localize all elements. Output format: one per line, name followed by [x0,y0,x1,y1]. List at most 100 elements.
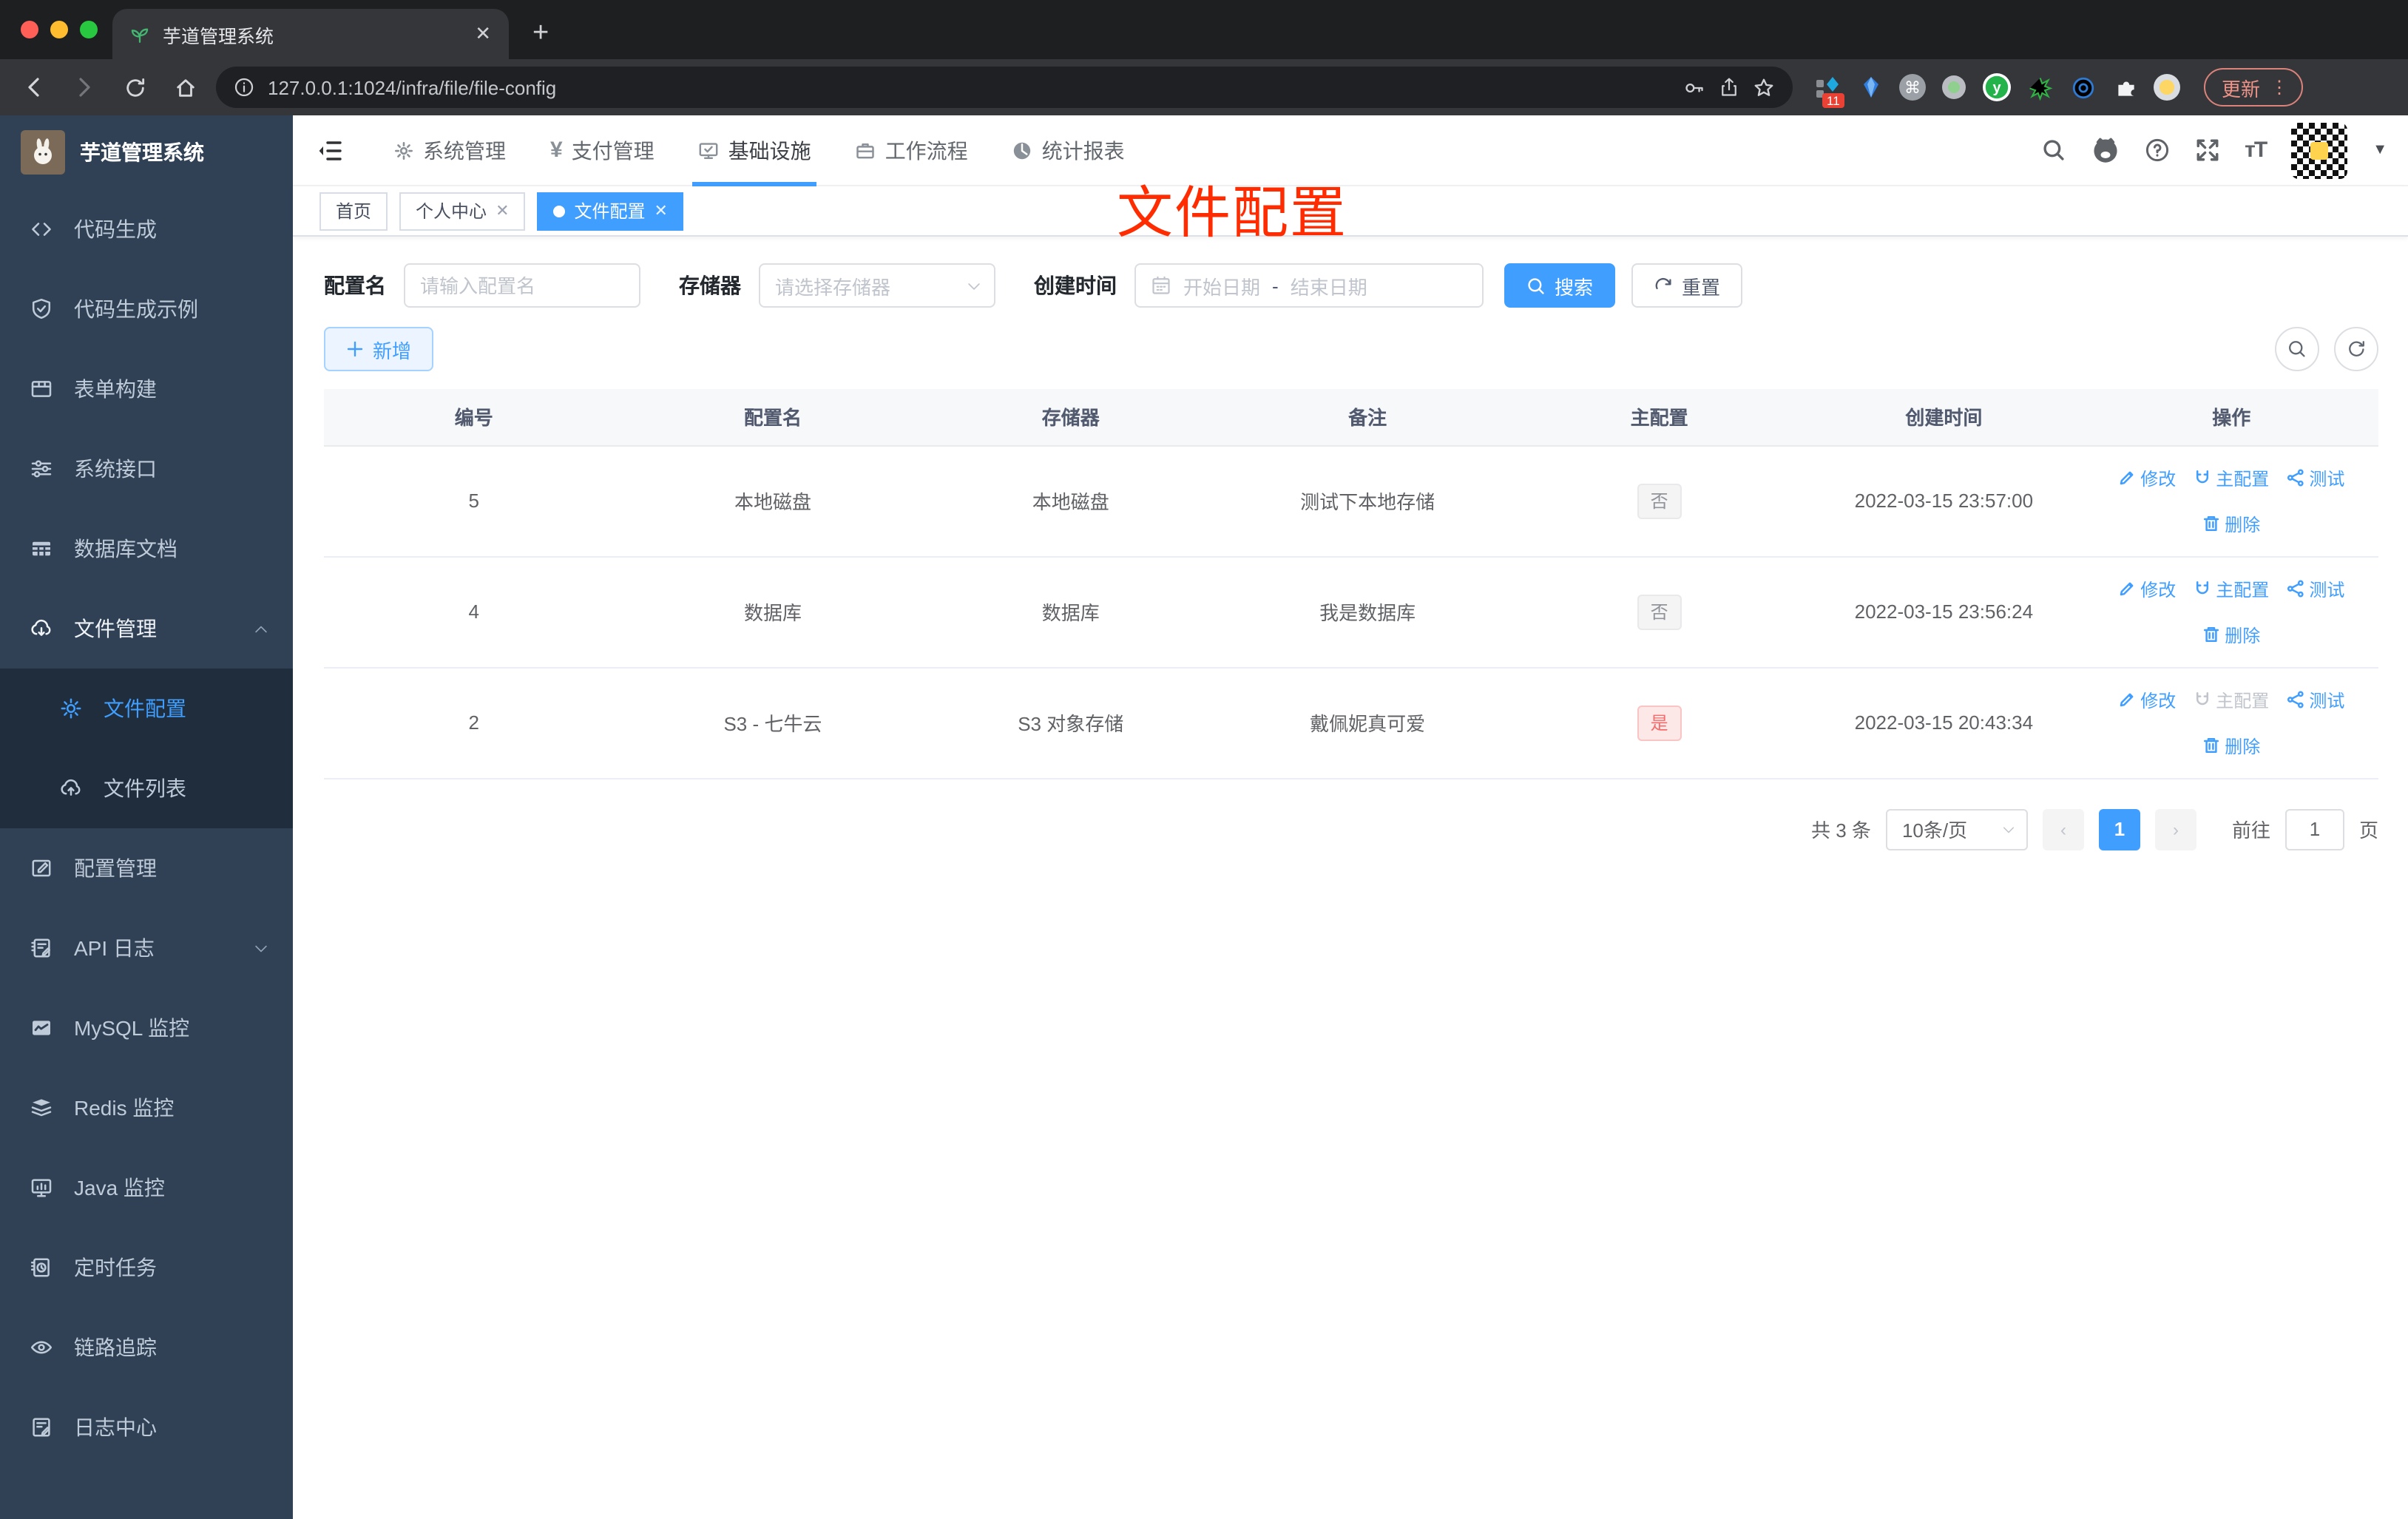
page-content: 配置名 存储器 请选择存储器 创建时间 开始日期 - 结束日期 [293,237,2408,1519]
minimize-window-button[interactable] [50,21,68,38]
close-icon[interactable]: ✕ [496,201,509,220]
topnav-system-management[interactable]: 系统管理 [388,115,512,186]
url-text[interactable]: 127.0.0.1:1024/infra/file/file-config [268,76,1670,98]
fullscreen-icon[interactable] [2194,138,2219,163]
sidebar-item-api-log[interactable]: API 日志 [0,908,293,988]
sidebar-item-file-list[interactable]: 文件列表 [0,748,293,828]
extension-star-icon[interactable] [2025,72,2054,102]
macos-traffic-lights [21,21,98,38]
svg-text:y: y [1992,80,2001,96]
date-end-placeholder[interactable]: 结束日期 [1291,271,1367,300]
total-count: 共 3 条 [1811,819,1871,842]
password-key-icon[interactable] [1683,76,1705,98]
sidebar-item-config-management[interactable]: 配置管理 [0,828,293,908]
sidebar-item-code-demo[interactable]: 代码生成示例 [0,269,293,349]
date-range-picker[interactable]: 开始日期 - 结束日期 [1134,263,1484,308]
extension-blue-diamond-icon[interactable]: 11 [1813,72,1844,108]
chevron-up-icon [253,620,269,637]
pagination: 共 3 条 10条/页 ‹ 1 › 前往 页 [324,808,2378,850]
share-nodes-icon [2287,580,2304,598]
home-icon[interactable] [166,76,204,98]
next-page-button[interactable]: › [2154,808,2196,850]
sidebar-item-mysql-monitor[interactable]: MySQL 监控 [0,988,293,1068]
chrome-update-button[interactable]: 更新 ⋮ [2204,68,2304,106]
back-icon[interactable] [15,75,53,99]
tab-close-icon[interactable]: ✕ [475,22,491,46]
extension-gray-dot-icon[interactable] [1939,72,1969,102]
topnav-statistics[interactable]: 统计报表 [1007,115,1131,186]
refresh-table-button[interactable] [2334,327,2378,371]
sidebar-item-system-api[interactable]: 系统接口 [0,429,293,509]
github-icon[interactable] [2091,136,2119,164]
tab-home[interactable]: 首页 [319,192,388,230]
current-page[interactable]: 1 [2098,808,2140,850]
test-link[interactable]: 测试 [2287,687,2344,712]
help-icon[interactable] [2144,138,2169,163]
tab-profile[interactable]: 个人中心 ✕ [399,192,526,230]
sidebar-collapse-icon[interactable] [317,137,343,163]
bookmark-star-icon[interactable] [1753,76,1775,98]
sidebar-item-tracing[interactable]: 链路追踪 [0,1307,293,1387]
topnav-workflow[interactable]: 工作流程 [850,115,974,186]
edit-link[interactable]: 修改 [2118,576,2176,601]
table-header-row: 编号 配置名 存储器 备注 主配置 创建时间 操作 [324,389,2378,446]
delete-link[interactable]: 删除 [2202,511,2260,536]
extension-command-icon[interactable]: ⌘ [1899,74,1926,101]
new-tab-button[interactable]: + [532,19,549,47]
sidebar-item-file-config[interactable]: 文件配置 [0,669,293,748]
site-info-icon[interactable] [234,77,254,98]
prev-page-button[interactable]: ‹ [2042,808,2084,850]
sidebar-item-cron-job[interactable]: 定时任务 [0,1228,293,1307]
extension-y-icon[interactable]: y [1982,72,2012,102]
page-size-select[interactable]: 10条/页 [1885,808,2028,850]
extension-eye-icon[interactable] [2068,72,2097,102]
sidebar-item-redis-monitor[interactable]: Redis 监控 [0,1068,293,1148]
font-size-icon[interactable]: тT [2245,138,2267,163]
close-icon[interactable]: ✕ [655,201,668,220]
topnav-payment-management[interactable]: ¥ 支付管理 [544,115,660,186]
url-bar[interactable]: 127.0.0.1:1024/infra/file/file-config [216,67,1793,108]
storage-select[interactable]: 请选择存储器 [759,263,995,308]
forward-icon[interactable] [65,75,104,99]
search-icon[interactable] [2040,138,2066,163]
cell-id: 4 [324,556,624,668]
master-link[interactable]: 主配置 [2194,576,2269,601]
zoom-window-button[interactable] [80,21,98,38]
tab-file-config[interactable]: 文件配置 ✕ [537,192,684,230]
avatar[interactable] [2291,122,2348,178]
test-link[interactable]: 测试 [2287,576,2344,601]
sidebar-item-java-monitor[interactable]: Java 监控 [0,1148,293,1228]
yen-icon: ¥ [550,138,563,163]
sidebar-logo[interactable]: 芋道管理系统 [0,115,293,189]
search-icon [1526,276,1546,295]
goto-page-input[interactable] [2284,808,2344,850]
master-link[interactable]: 主配置 [2194,465,2269,490]
delete-link[interactable]: 删除 [2202,622,2260,647]
edit-link[interactable]: 修改 [2118,465,2176,490]
browser-tab[interactable]: 芋道管理系统 ✕ [112,9,509,59]
close-window-button[interactable] [21,21,38,38]
reset-button[interactable]: 重置 [1631,263,1743,308]
extension-puzzle-icon[interactable] [2111,72,2140,102]
kebab-menu-icon[interactable]: ⋮ [2270,77,2288,98]
reload-icon[interactable] [115,76,154,98]
extension-kite-icon[interactable] [1856,72,1886,102]
search-button[interactable]: 搜索 [1504,263,1616,308]
sidebar-item-db-doc[interactable]: 数据库文档 [0,509,293,589]
edit-link[interactable]: 修改 [2118,687,2176,712]
config-name-input[interactable] [404,263,640,308]
date-start-placeholder[interactable]: 开始日期 [1183,271,1260,300]
avatar-dropdown-caret-icon[interactable]: ▼ [2373,142,2387,158]
share-icon[interactable] [1719,77,1739,98]
hide-search-button[interactable] [2275,327,2319,371]
sidebar-item-log-center[interactable]: 日志中心 [0,1387,293,1467]
profile-emoji-icon[interactable] [2154,74,2180,101]
sidebar-item-file-management[interactable]: 文件管理 [0,589,293,669]
sidebar-item-form-builder[interactable]: 表单构建 [0,349,293,429]
topnav-infrastructure[interactable]: 基础设施 [692,115,817,186]
chevron-down-icon [2001,822,2016,836]
test-link[interactable]: 测试 [2287,465,2344,490]
delete-link[interactable]: 删除 [2202,733,2260,758]
sidebar-item-code-gen[interactable]: 代码生成 [0,189,293,269]
add-button[interactable]: 新增 [324,327,434,371]
